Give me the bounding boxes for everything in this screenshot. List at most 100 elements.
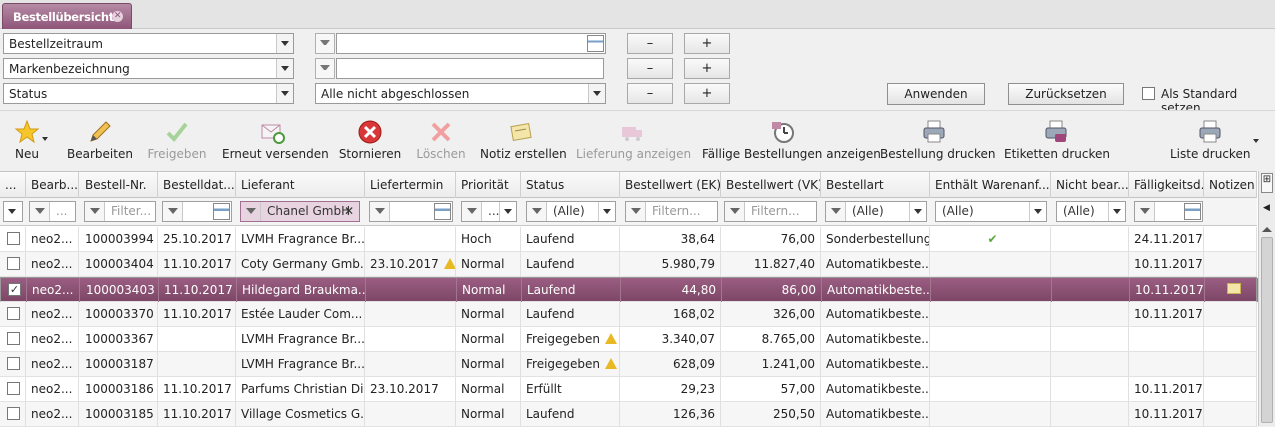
remove-filter-button-2[interactable]: – bbox=[627, 58, 673, 79]
cell-bestelldatum: 11.10.2017 bbox=[158, 302, 236, 326]
nichtbear-filter[interactable]: (Alle) bbox=[1056, 201, 1126, 222]
dropdown-arrow-icon[interactable] bbox=[42, 137, 48, 141]
print-labels-button[interactable]: Etiketten drucken bbox=[1004, 111, 1110, 171]
delete-button[interactable]: Löschen bbox=[414, 111, 468, 171]
clear-filter-icon[interactable]: ✕ bbox=[344, 204, 354, 218]
filter-field-select-2[interactable]: Markenbezeichnung bbox=[3, 58, 294, 79]
header-col-select[interactable]: ... bbox=[0, 172, 26, 198]
cell-liefertermin bbox=[366, 278, 457, 302]
header-col-prioritaet[interactable]: Priorität bbox=[456, 172, 521, 198]
row-checkbox[interactable] bbox=[7, 257, 20, 270]
bestellart-filter[interactable]: (Alle) bbox=[825, 201, 927, 222]
calendar-icon[interactable] bbox=[434, 203, 451, 220]
table-row[interactable]: neo2... 100003370 11.10.2017 Estée Lauder C… bbox=[0, 302, 1257, 327]
row-checkbox[interactable] bbox=[7, 357, 20, 370]
new-button[interactable]: Neu bbox=[4, 111, 50, 171]
scroll-up-icon[interactable] bbox=[1262, 227, 1272, 232]
bestelldatum-filter[interactable] bbox=[162, 201, 232, 222]
cell-text: 100003185 bbox=[85, 407, 154, 421]
table-row[interactable]: neo2... 100003186 11.10.2017 Parfums Christ… bbox=[0, 377, 1257, 402]
date-range-input[interactable] bbox=[336, 33, 606, 54]
cell-liefertermin: 23.10.2017 bbox=[365, 377, 456, 401]
close-tab-icon[interactable]: ✕ bbox=[112, 11, 123, 22]
row-checkbox[interactable] bbox=[7, 407, 20, 420]
add-filter-button-3[interactable]: + bbox=[684, 83, 730, 104]
header-col-ek[interactable]: Bestellwert (EK) bbox=[620, 172, 721, 198]
ek-filter[interactable]: Filtern... bbox=[625, 201, 718, 222]
row-checkbox[interactable] bbox=[7, 307, 20, 320]
row-checkbox[interactable] bbox=[7, 332, 20, 345]
print-list-button[interactable]: Liste drucken bbox=[1170, 111, 1250, 171]
header-col-status[interactable]: Status bbox=[521, 172, 620, 198]
header-col-vk[interactable]: Bestellwert (VK) bbox=[721, 172, 821, 198]
header-col-bestellart[interactable]: Bestellart bbox=[821, 172, 930, 198]
header-col-bestelldatum[interactable]: Bestelldat... bbox=[158, 172, 236, 198]
header-col-faelligkeit[interactable]: Fälligkeitsd... bbox=[1129, 172, 1204, 198]
cancel-order-button[interactable]: Stornieren bbox=[338, 111, 402, 171]
note-icon[interactable] bbox=[1226, 283, 1241, 294]
liefertermin-filter[interactable] bbox=[369, 201, 453, 222]
prioritaet-filter[interactable]: ... bbox=[461, 201, 517, 222]
calendar-icon[interactable] bbox=[587, 35, 604, 52]
resend-button[interactable]: Erneut versenden bbox=[222, 111, 329, 171]
row-checkbox[interactable] bbox=[7, 232, 20, 245]
status-filter[interactable]: (Alle) bbox=[526, 201, 616, 222]
header-col-warenanf[interactable]: Enthält Warenanf... bbox=[930, 172, 1051, 198]
set-default-checkbox[interactable] bbox=[1142, 87, 1155, 100]
apply-button[interactable]: Anwenden bbox=[887, 83, 985, 105]
add-filter-button-1[interactable]: + bbox=[684, 33, 730, 54]
row-checkbox[interactable] bbox=[7, 382, 20, 395]
cell-text: Estée Lauder Com... bbox=[241, 307, 363, 321]
status-filter-select[interactable]: Alle nicht abgeschlossen bbox=[315, 83, 606, 104]
collapse-panel-icon[interactable]: ◀ bbox=[1263, 203, 1270, 213]
header-col-bestellnr[interactable]: Bestell-Nr. bbox=[80, 172, 158, 198]
create-note-button[interactable]: Notiz erstellen bbox=[480, 111, 567, 171]
edit-button[interactable]: Bearbeiten bbox=[66, 111, 134, 171]
toolbar-overflow-arrow-icon[interactable] bbox=[1253, 139, 1259, 143]
calendar-icon[interactable] bbox=[213, 203, 230, 220]
cell-status: Laufend bbox=[521, 302, 620, 326]
table-row[interactable]: ✓ neo2... 100003403 11.10.2017 Hildegard Bra… bbox=[0, 277, 1258, 302]
header-col-bearb[interactable]: Bearb... bbox=[26, 172, 79, 198]
faelligkeit-filter[interactable] bbox=[1134, 201, 1203, 222]
tab-bestelluebersicht[interactable]: Bestellübersicht ✕ bbox=[2, 3, 132, 29]
column-chooser-icon[interactable]: ⊞ bbox=[1261, 173, 1273, 193]
header-col-lieferant[interactable]: Lieferant bbox=[236, 172, 365, 198]
header-col-notizen[interactable]: Notizen bbox=[1204, 172, 1257, 198]
cell-liefertermin bbox=[365, 352, 456, 376]
show-delivery-button[interactable]: Lieferung anzeigen bbox=[576, 111, 691, 171]
bearb-filter[interactable]: ... bbox=[29, 201, 76, 222]
scroll-thumb[interactable] bbox=[1261, 237, 1273, 423]
filter-operator-button-2[interactable] bbox=[315, 58, 335, 79]
print-order-button[interactable]: Bestellung drucken bbox=[880, 111, 996, 171]
cell-ek: 44,80 bbox=[621, 278, 722, 302]
bestellnr-filter[interactable]: Filter... bbox=[84, 201, 156, 222]
remove-filter-button-3[interactable]: – bbox=[627, 83, 673, 104]
row-checkbox[interactable]: ✓ bbox=[8, 283, 21, 296]
filter-field-label: Bestellzeitraum bbox=[9, 37, 103, 51]
calendar-icon[interactable] bbox=[1184, 203, 1201, 220]
cell-select: ✓ bbox=[1, 278, 27, 302]
header-col-nichtbear[interactable]: Nicht bear... bbox=[1051, 172, 1129, 198]
select-filter[interactable] bbox=[3, 201, 23, 222]
warenanf-filter[interactable]: (Alle) bbox=[935, 201, 1047, 222]
header-col-liefertermin[interactable]: Liefertermin bbox=[365, 172, 456, 198]
due-orders-button[interactable]: Fällige Bestellungen anzeigen bbox=[702, 111, 881, 171]
table-row[interactable]: neo2... 100003994 25.10.2017 LVMH Fragrance… bbox=[0, 227, 1257, 252]
table-row[interactable]: neo2... 100003187 LVMH Fragrance Br... Norm… bbox=[0, 352, 1257, 377]
table-row[interactable]: neo2... 100003404 11.10.2017 Coty Germany G… bbox=[0, 252, 1257, 277]
reset-button[interactable]: Zurücksetzen bbox=[1008, 83, 1124, 105]
filter-field-select-3[interactable]: Status bbox=[3, 83, 294, 104]
vk-filter[interactable]: Filtern... bbox=[724, 201, 817, 222]
table-row[interactable]: neo2... 100003367 LVMH Fragrance Br... Norm… bbox=[0, 327, 1257, 352]
remove-filter-button-1[interactable]: – bbox=[627, 33, 673, 54]
filter-operator-button-1[interactable] bbox=[315, 33, 335, 54]
add-filter-button-2[interactable]: + bbox=[684, 58, 730, 79]
lieferant-filter[interactable]: Chanel GmbH ✕ bbox=[240, 201, 360, 222]
table-row[interactable]: neo2... 100003185 11.10.2017 Village Cosmet… bbox=[0, 402, 1257, 427]
filter-field-select-1[interactable]: Bestellzeitraum bbox=[3, 33, 294, 54]
brand-filter-input[interactable] bbox=[336, 58, 604, 79]
vertical-scrollbar[interactable]: ⊞ ◀ bbox=[1258, 171, 1275, 426]
cell-text: Normal bbox=[462, 283, 506, 297]
release-button[interactable]: Freigeben bbox=[146, 111, 208, 171]
